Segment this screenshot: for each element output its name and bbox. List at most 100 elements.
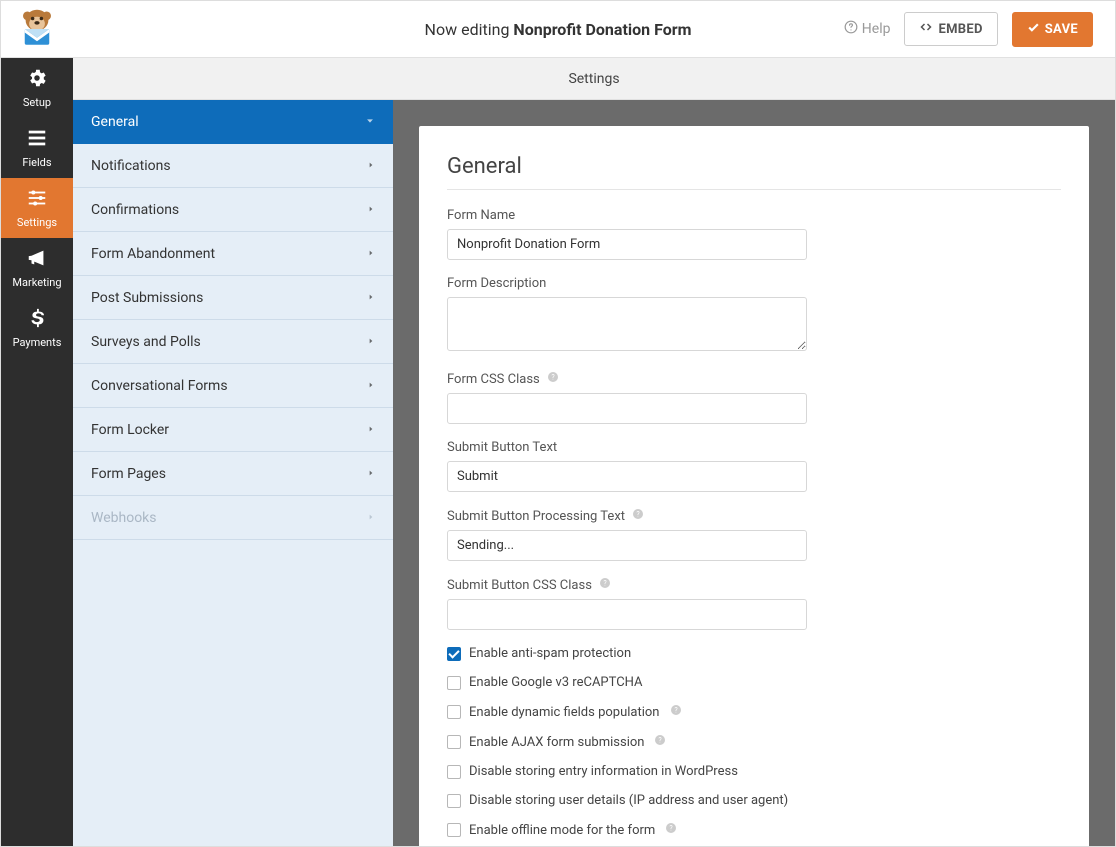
checkbox-input[interactable] (447, 705, 461, 719)
help-tooltip-icon[interactable]: ? (654, 734, 666, 750)
checkbox-group: Enable anti-spam protection Enable Google… (447, 646, 1061, 838)
field-submit-text: Submit Button Text (447, 440, 1061, 492)
checkbox-input[interactable] (447, 676, 461, 690)
chevron-right-icon (367, 291, 375, 305)
help-icon (844, 20, 858, 38)
sub-item-form-locker[interactable]: Form Locker (73, 408, 393, 452)
content-row: General Notifications Confirmations Form… (73, 100, 1115, 846)
help-tooltip-icon[interactable]: ? (632, 509, 644, 524)
help-link[interactable]: Help (844, 20, 891, 38)
form-name-label: Form Name (447, 208, 1061, 223)
checkbox-row: Disable storing user details (IP address… (447, 793, 1061, 808)
checkbox-row: Enable Google v3 reCAPTCHA (447, 675, 1061, 690)
checkbox-row: Disable storing entry information in Wor… (447, 764, 1061, 779)
save-button[interactable]: SAVE (1012, 12, 1093, 47)
checkbox-input[interactable] (447, 647, 461, 661)
iconbar-item-setup[interactable]: Setup (1, 58, 73, 118)
chevron-right-icon (367, 379, 375, 393)
editing-title: Now editing Nonprofit Donation Form (425, 20, 692, 39)
chevron-right-icon (367, 467, 375, 481)
checkbox-label: Disable storing entry information in Wor… (469, 764, 738, 779)
submit-css-label: Submit Button CSS Class ? (447, 577, 1061, 593)
field-form-name: Form Name (447, 208, 1061, 260)
panel-heading: General (447, 154, 1061, 190)
iconbar-item-payments[interactable]: Payments (1, 298, 73, 358)
form-desc-textarea[interactable] (447, 297, 807, 351)
checkbox-input[interactable] (447, 735, 461, 749)
iconbar-item-fields[interactable]: Fields (1, 118, 73, 178)
submit-text-input[interactable] (447, 461, 807, 492)
checkbox-row: Enable anti-spam protection (447, 646, 1061, 661)
logo-wrap (1, 8, 73, 50)
checkbox-row: Enable dynamic fields population? (447, 704, 1061, 720)
checkbox-label: Disable storing user details (IP address… (469, 793, 788, 808)
chevron-right-icon (367, 247, 375, 261)
sub-item-post-submissions[interactable]: Post Submissions (73, 276, 393, 320)
form-css-label: Form CSS Class ? (447, 371, 1061, 387)
form-css-label-text: Form CSS Class (447, 372, 540, 387)
checkbox-row: Enable AJAX form submission? (447, 734, 1061, 750)
sub-item-label: Webhooks (91, 510, 157, 526)
code-icon (919, 21, 933, 37)
field-form-description: Form Description (447, 276, 1061, 355)
sub-item-label: General (91, 114, 139, 130)
embed-label: EMBED (938, 22, 982, 37)
app-body: Setup Fields Settings Marketing Payments… (1, 58, 1115, 846)
form-desc-label: Form Description (447, 276, 1061, 291)
sub-item-form-pages[interactable]: Form Pages (73, 452, 393, 496)
checkbox-input[interactable] (447, 765, 461, 779)
sub-item-label: Confirmations (91, 202, 179, 218)
settings-canvas: General Form Name Form Description Form … (393, 100, 1115, 846)
form-name-input[interactable] (447, 229, 807, 260)
sub-item-general[interactable]: General (73, 100, 393, 144)
embed-button[interactable]: EMBED (904, 12, 997, 46)
sliders-icon (26, 187, 48, 212)
editing-form-name: Nonprofit Donation Form (513, 20, 691, 39)
gear-icon (26, 67, 48, 92)
save-label: SAVE (1045, 22, 1078, 37)
submit-proc-label: Submit Button Processing Text ? (447, 508, 1061, 524)
submit-proc-input[interactable] (447, 530, 807, 561)
sub-item-notifications[interactable]: Notifications (73, 144, 393, 188)
topbar: Now editing Nonprofit Donation Form Help… (1, 1, 1115, 58)
sub-item-label: Form Abandonment (91, 246, 215, 262)
checkbox-input[interactable] (447, 823, 461, 837)
sub-item-webhooks[interactable]: Webhooks (73, 496, 393, 540)
checkbox-label: Enable offline mode for the form (469, 823, 655, 838)
help-tooltip-icon[interactable]: ? (599, 578, 611, 593)
iconbar-label: Fields (22, 156, 51, 169)
megaphone-icon (26, 247, 48, 272)
iconbar-item-marketing[interactable]: Marketing (1, 238, 73, 298)
sub-item-label: Form Pages (91, 466, 166, 482)
form-css-input[interactable] (447, 393, 807, 424)
iconbar-item-settings[interactable]: Settings (1, 178, 73, 238)
sub-item-surveys-polls[interactable]: Surveys and Polls (73, 320, 393, 364)
checkbox-row: Enable offline mode for the form? (447, 822, 1061, 838)
help-tooltip-icon[interactable]: ? (665, 822, 677, 838)
list-icon (26, 127, 48, 152)
help-tooltip-icon[interactable]: ? (670, 704, 682, 720)
sub-item-form-abandonment[interactable]: Form Abandonment (73, 232, 393, 276)
chevron-down-icon (365, 115, 375, 129)
sub-item-confirmations[interactable]: Confirmations (73, 188, 393, 232)
iconbar-label: Payments (13, 336, 62, 349)
field-submit-processing: Submit Button Processing Text ? (447, 508, 1061, 561)
iconbar-label: Setup (23, 96, 51, 109)
checkbox-label: Enable AJAX form submission (469, 735, 644, 750)
chevron-right-icon (367, 511, 375, 525)
help-tooltip-icon[interactable]: ? (547, 372, 559, 387)
iconbar: Setup Fields Settings Marketing Payments (1, 58, 73, 846)
iconbar-label: Marketing (12, 276, 61, 289)
submit-css-input[interactable] (447, 599, 807, 630)
help-label: Help (862, 21, 891, 37)
right-area: Settings General Notifications Confirmat… (73, 58, 1115, 846)
chevron-right-icon (367, 335, 375, 349)
sub-item-conversational-forms[interactable]: Conversational Forms (73, 364, 393, 408)
sub-item-label: Conversational Forms (91, 378, 228, 394)
sub-item-label: Notifications (91, 158, 171, 174)
chevron-right-icon (367, 159, 375, 173)
chevron-right-icon (367, 203, 375, 217)
submit-css-label-text: Submit Button CSS Class (447, 578, 592, 593)
section-title: Settings (73, 58, 1115, 100)
checkbox-input[interactable] (447, 794, 461, 808)
